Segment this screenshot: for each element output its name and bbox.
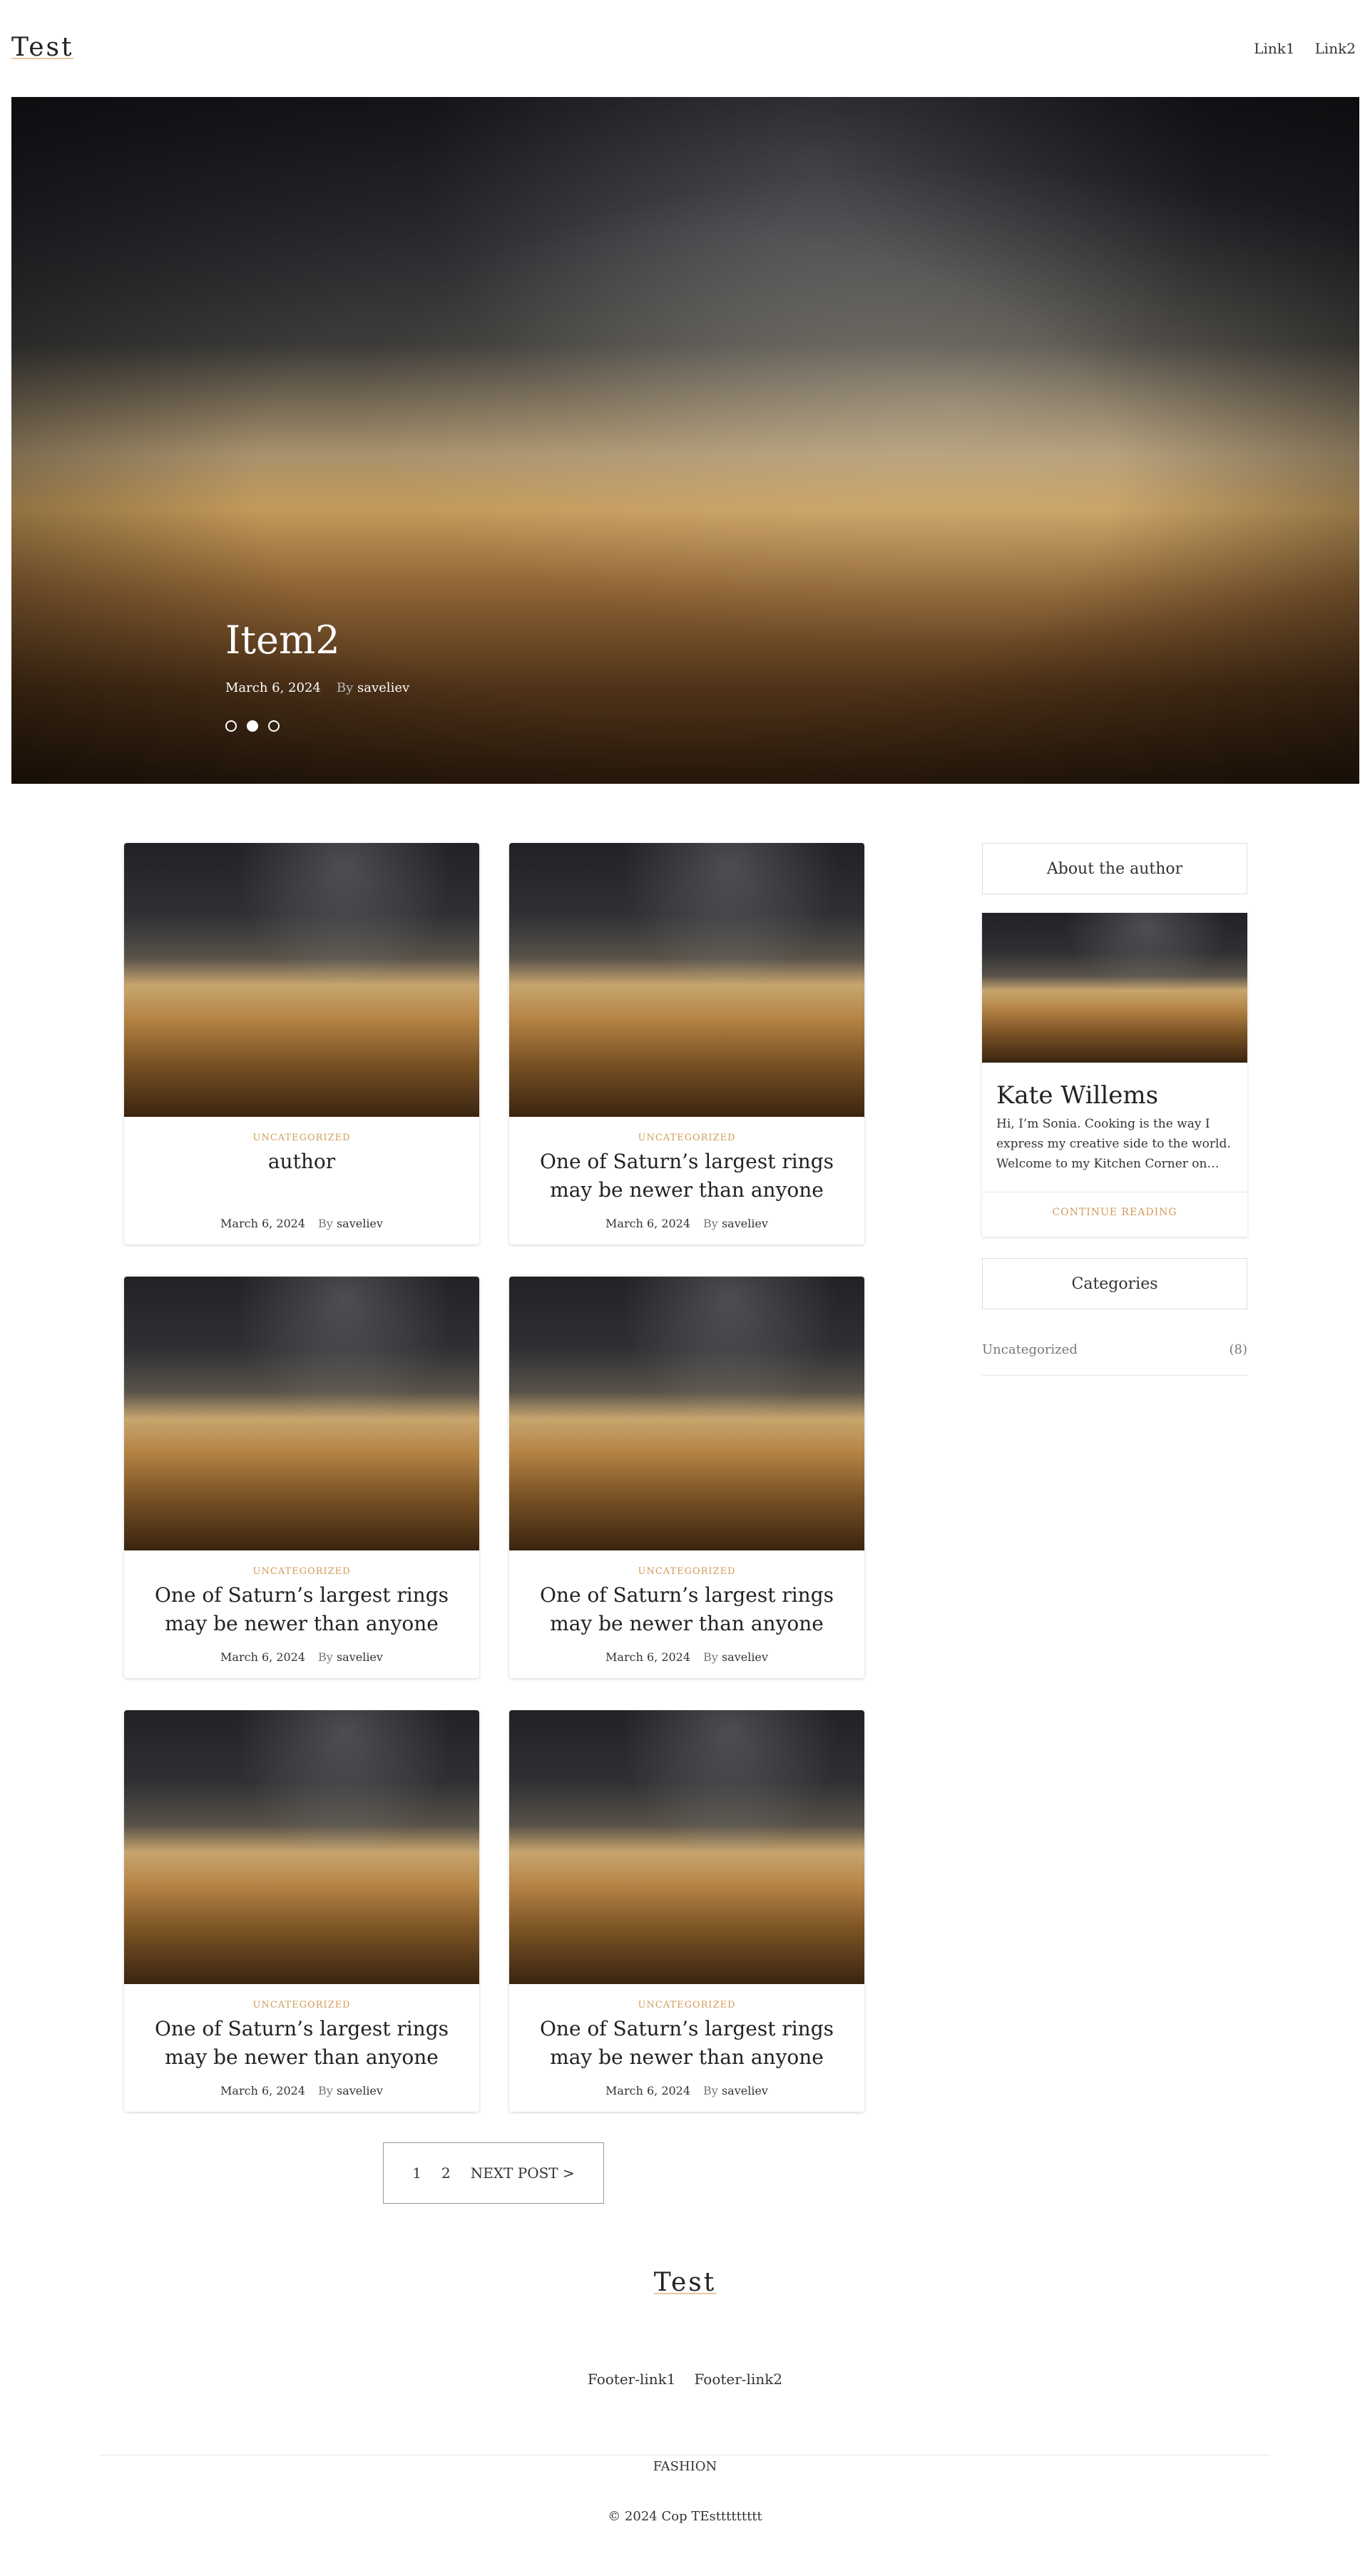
categories-heading: Categories <box>982 1258 1247 1309</box>
post-date: March 6, 2024 <box>605 2084 691 2097</box>
post-card[interactable]: UNCATEGORIZED author March 6, 2024 By sav… <box>124 843 479 1244</box>
post-title[interactable]: author <box>141 1148 462 1176</box>
post-meta: March 6, 2024 By saveliev <box>605 2084 768 2097</box>
author-bio: Hi, I’m Sonia. Cooking is the way I expr… <box>996 1117 1231 1171</box>
slider-dots <box>225 720 280 732</box>
next-post-link[interactable]: NEXT POST > <box>471 2164 575 2182</box>
page-link-2[interactable]: 2 <box>441 2164 451 2182</box>
post-category[interactable]: UNCATEGORIZED <box>124 2000 479 2010</box>
post-category[interactable]: UNCATEGORIZED <box>509 2000 864 2010</box>
category-name[interactable]: Uncategorized <box>982 1342 1078 1357</box>
hero-slider[interactable]: Item2 March 6, 2024 By saveliev <box>11 97 1359 784</box>
post-category[interactable]: UNCATEGORIZED <box>124 1133 479 1143</box>
post-category[interactable]: UNCATEGORIZED <box>124 1566 479 1577</box>
post-thumbnail[interactable] <box>124 1710 479 1984</box>
post-card[interactable]: UNCATEGORIZED One of Saturn’s largest ri… <box>124 1710 479 2112</box>
post-thumbnail[interactable] <box>509 843 864 1117</box>
post-meta: March 6, 2024 By saveliev <box>605 1650 768 1664</box>
slide-meta: March 6, 2024 By saveliev <box>225 680 409 695</box>
post-author[interactable]: saveliev <box>722 1650 768 1664</box>
post-date: March 6, 2024 <box>605 1650 691 1664</box>
post-author[interactable]: saveliev <box>337 2084 383 2097</box>
footer-nav: Footer-link1 Footer-link2 <box>0 2371 1370 2388</box>
post-author[interactable]: saveliev <box>337 1217 383 1230</box>
slide-title[interactable]: Item2 <box>225 618 340 663</box>
slider-dot-3[interactable] <box>268 720 280 732</box>
slider-dot-1[interactable] <box>225 720 237 732</box>
post-meta: March 6, 2024 By saveliev <box>605 1217 768 1230</box>
post-author[interactable]: saveliev <box>722 1217 768 1230</box>
site-logo[interactable]: Test <box>11 33 74 62</box>
post-card[interactable]: UNCATEGORIZED One of Saturn’s largest ri… <box>509 1710 864 2112</box>
page-link-1[interactable]: 1 <box>412 2164 421 2182</box>
post-category[interactable]: UNCATEGORIZED <box>509 1566 864 1577</box>
post-card[interactable]: UNCATEGORIZED One of Saturn’s largest ri… <box>509 1277 864 1678</box>
slider-dot-2[interactable] <box>247 720 258 732</box>
post-author[interactable]: saveliev <box>337 1650 383 1664</box>
post-category[interactable]: UNCATEGORIZED <box>509 1133 864 1143</box>
pagination: 1 2 NEXT POST > <box>383 2142 604 2204</box>
post-thumbnail[interactable] <box>509 1710 864 1984</box>
post-title[interactable]: One of Saturn’s largest rings may be new… <box>141 2015 462 2072</box>
category-count: (8) <box>1229 1342 1248 1357</box>
author-image <box>982 913 1247 1063</box>
post-title[interactable]: One of Saturn’s largest rings may be new… <box>141 1581 462 1638</box>
footer-logo[interactable]: Test <box>0 2268 1370 2297</box>
post-card[interactable]: UNCATEGORIZED One of Saturn’s largest ri… <box>509 843 864 1244</box>
post-thumbnail[interactable] <box>509 1277 864 1550</box>
slide-by-label: By <box>336 680 354 695</box>
post-author[interactable]: saveliev <box>722 2084 768 2097</box>
post-date: March 6, 2024 <box>220 2084 306 2097</box>
continue-reading-link[interactable]: CONTINUE READING <box>982 1207 1247 1218</box>
copyright-text: © 2024 Cop TEsttttttttt <box>608 2509 762 2524</box>
footer-link-1[interactable]: Footer-link1 <box>588 2371 676 2388</box>
nav-link-2[interactable]: Link2 <box>1315 40 1356 57</box>
author-name: Kate Willems <box>996 1081 1159 1110</box>
nav-link-1[interactable]: Link1 <box>1254 40 1294 57</box>
post-card[interactable]: UNCATEGORIZED One of Saturn’s largest ri… <box>124 1277 479 1678</box>
about-author-heading: About the author <box>982 843 1247 894</box>
footer-category[interactable]: FASHION <box>0 2459 1370 2474</box>
slide-author[interactable]: saveliev <box>357 680 409 695</box>
post-meta: March 6, 2024 By saveliev <box>220 1650 383 1664</box>
main-nav: Link1 Link2 <box>1254 40 1356 57</box>
site-header: Test Link1 Link2 <box>0 0 1370 97</box>
post-thumbnail[interactable] <box>124 843 479 1117</box>
footer-link-2[interactable]: Footer-link2 <box>695 2371 783 2388</box>
category-item[interactable]: Uncategorized (8) <box>982 1342 1247 1357</box>
slide-date: March 6, 2024 <box>225 680 321 695</box>
post-date: March 6, 2024 <box>220 1217 306 1230</box>
post-meta: March 6, 2024 By saveliev <box>220 1217 383 1230</box>
post-meta: March 6, 2024 By saveliev <box>220 2084 383 2097</box>
post-date: March 6, 2024 <box>220 1650 306 1664</box>
post-title[interactable]: One of Saturn’s largest rings may be new… <box>526 1148 847 1205</box>
author-card: Kate Willems Hi, I’m Sonia. Cooking is t… <box>982 913 1247 1237</box>
post-title[interactable]: One of Saturn’s largest rings may be new… <box>526 2015 847 2072</box>
post-date: March 6, 2024 <box>605 1217 691 1230</box>
post-title[interactable]: One of Saturn’s largest rings may be new… <box>526 1581 847 1638</box>
post-thumbnail[interactable] <box>124 1277 479 1550</box>
